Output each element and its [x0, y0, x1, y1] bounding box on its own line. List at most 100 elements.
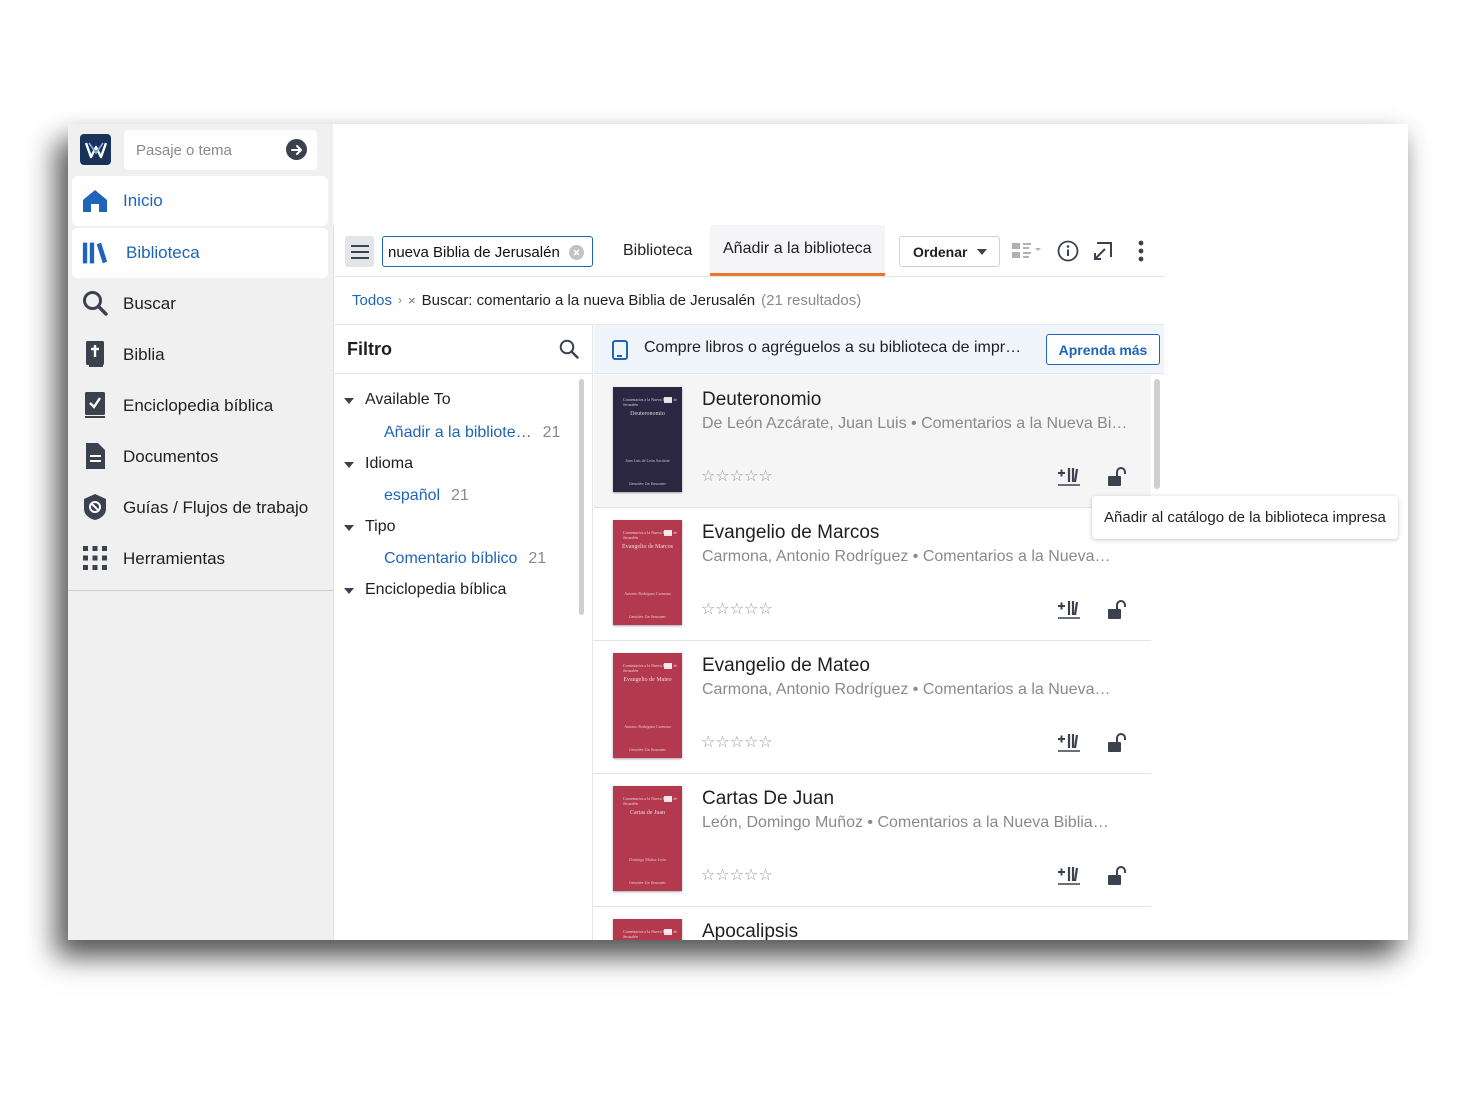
sidebar-item-biblia[interactable]: Biblia: [68, 329, 333, 380]
result-title[interactable]: Apocalipsis: [702, 921, 798, 940]
filter-group-label: Available To: [365, 391, 451, 408]
result-item[interactable]: Comentarios a la Nueva Biblia de Jerusal…: [594, 641, 1151, 774]
sort-dropdown[interactable]: Ordenar: [899, 236, 1000, 267]
filter-group-label: Tipo: [365, 518, 396, 535]
unlock-icon[interactable]: [1106, 733, 1126, 753]
sidebar: Inicio Biblioteca Buscar Biblia: [68, 124, 333, 940]
sidebar-item-inicio[interactable]: Inicio: [72, 176, 328, 226]
filter-group-idioma[interactable]: Idioma: [344, 455, 413, 473]
result-item[interactable]: Comentarios a la Nueva Biblia de Jerusal…: [594, 508, 1151, 641]
unlock-icon[interactable]: [1106, 866, 1126, 886]
book-cover[interactable]: Comentarios a la Nueva Biblia de Jerusal…: [613, 520, 682, 625]
passage-search-box[interactable]: [124, 130, 317, 170]
cover-series: Comentarios a la Nueva Biblia de Jerusal…: [623, 796, 678, 806]
cover-author: Domingo Muñoz León: [629, 857, 666, 862]
sidebar-divider: [68, 590, 333, 591]
promo-banner: Compre libros o agréguelos a su bibliote…: [594, 325, 1164, 374]
learn-more-button[interactable]: Aprenda más: [1046, 334, 1160, 365]
go-arrow-icon[interactable]: [286, 139, 307, 160]
sidebar-item-label: Inicio: [123, 191, 163, 210]
filter-item-label: español: [384, 487, 441, 504]
filter-item-anadir[interactable]: Añadir a la bibliote… 21: [384, 424, 560, 442]
cover-series: Comentarios a la Nueva Biblia de Jerusal…: [623, 530, 678, 540]
results-scrollbar[interactable]: [1154, 379, 1160, 489]
detach-panel-icon[interactable]: [1090, 238, 1116, 264]
filter-item-label: Añadir a la bibliote…: [384, 424, 532, 441]
logos-logo-icon[interactable]: [80, 134, 111, 165]
filter-item-label: Comentario bíblico: [384, 550, 518, 567]
cover-author: Antonio Rodríguez Carmona: [624, 591, 671, 596]
add-to-print-catalog-icon[interactable]: [1057, 466, 1081, 486]
unlock-icon[interactable]: [1106, 467, 1126, 487]
document-icon: [82, 443, 108, 469]
clear-search-icon[interactable]: [569, 245, 584, 260]
filter-scrollbar[interactable]: [579, 379, 584, 615]
promo-text: Compre libros o agréguelos a su bibliote…: [644, 339, 1022, 356]
unlock-icon[interactable]: [1106, 600, 1126, 620]
more-options-icon[interactable]: [1128, 238, 1154, 264]
cover-author: Juan Luis de León Azcárate: [625, 458, 670, 463]
result-title[interactable]: Evangelio de Mateo: [702, 655, 870, 677]
result-item[interactable]: Comentarios a la Nueva Biblia de Jerusal…: [594, 907, 1151, 940]
library-search-input[interactable]: [388, 242, 566, 262]
book-cover[interactable]: Comentarios a la Nueva Biblia de Jerusal…: [613, 387, 682, 492]
book-cover[interactable]: Comentarios a la Nueva Biblia de Jerusal…: [613, 786, 682, 891]
info-icon[interactable]: [1055, 238, 1081, 264]
filter-group-enciclopedia[interactable]: Enciclopedia bíblica: [344, 581, 506, 599]
breadcrumb-chevron-icon: ›: [398, 293, 403, 307]
filter-title: Filtro: [347, 339, 392, 359]
sidebar-nav: Inicio Biblioteca Buscar Biblia Enciclop…: [68, 176, 333, 584]
chevron-down-icon: [977, 249, 987, 255]
breadcrumb-remove-icon[interactable]: ×: [408, 293, 416, 308]
result-item[interactable]: Comentarios a la Nueva Biblia de Jerusal…: [594, 774, 1151, 907]
sidebar-item-enciclopedia[interactable]: Enciclopedia bíblica: [68, 380, 333, 431]
rating-stars[interactable]: ☆☆☆☆☆: [701, 466, 773, 486]
rating-stars[interactable]: ☆☆☆☆☆: [701, 732, 773, 752]
filter-group-tipo[interactable]: Tipo: [344, 518, 396, 536]
collapse-triangle-icon: [344, 524, 354, 531]
cover-title: Evangelio de Marcos: [622, 544, 673, 550]
view-mode-icon[interactable]: [1010, 238, 1044, 264]
filter-group-available-to[interactable]: Available To: [344, 391, 451, 409]
breadcrumb-root-link[interactable]: Todos: [352, 292, 392, 309]
filter-search-icon[interactable]: [559, 339, 579, 359]
result-subtitle: Carmona, Antonio Rodríguez • Comentarios…: [702, 681, 1111, 698]
cover-publisher: Desclée De Brouwer: [629, 747, 666, 752]
filter-item-comentario[interactable]: Comentario bíblico 21: [384, 550, 546, 568]
library-panel: Biblioteca Añadir a la biblioteca Ordena…: [333, 225, 1164, 940]
tooltip: Añadir al catálogo de la biblioteca impr…: [1092, 496, 1398, 539]
cover-logo-mark: [664, 796, 672, 802]
add-to-print-catalog-icon[interactable]: [1057, 732, 1081, 752]
sidebar-item-herramientas[interactable]: Herramientas: [68, 533, 333, 584]
filter-item-count: 21: [528, 550, 547, 567]
library-search-box[interactable]: [382, 236, 593, 267]
cover-publisher: Desclée De Brouwer: [629, 880, 666, 885]
add-to-print-catalog-icon[interactable]: [1057, 599, 1081, 619]
panel-menu-button[interactable]: [345, 236, 374, 267]
filter-item-count: 21: [451, 487, 469, 504]
cover-title: Cartas de Juan: [630, 810, 665, 816]
sort-label: Ordenar: [913, 243, 968, 260]
result-subtitle: De León Azcárate, Juan Luis • Comentario…: [702, 415, 1128, 432]
sidebar-item-guias[interactable]: Guías / Flujos de trabajo: [68, 482, 333, 533]
sidebar-item-buscar[interactable]: Buscar: [68, 278, 333, 329]
result-title[interactable]: Deuteronomio: [702, 389, 821, 411]
result-item[interactable]: Comentarios a la Nueva Biblia de Jerusal…: [594, 375, 1151, 508]
sidebar-item-documentos[interactable]: Documentos: [68, 431, 333, 482]
filter-header: Filtro: [334, 325, 593, 374]
result-subtitle: León, Domingo Muñoz • Comentarios a la N…: [702, 814, 1109, 831]
rating-stars[interactable]: ☆☆☆☆☆: [701, 865, 773, 885]
sidebar-header: [68, 124, 333, 176]
tab-anadir-a-la-biblioteca[interactable]: Añadir a la biblioteca: [710, 225, 885, 276]
book-cover[interactable]: Comentarios a la Nueva Biblia de Jerusal…: [613, 653, 682, 758]
result-title[interactable]: Cartas De Juan: [702, 788, 834, 810]
rating-stars[interactable]: ☆☆☆☆☆: [701, 599, 773, 619]
book-cover[interactable]: Comentarios a la Nueva Biblia de Jerusal…: [613, 919, 682, 940]
cover-publisher: Desclée De Brouwer: [629, 614, 666, 619]
passage-input[interactable]: [136, 140, 276, 160]
add-to-print-catalog-icon[interactable]: [1057, 865, 1081, 885]
result-title[interactable]: Evangelio de Marcos: [702, 522, 879, 544]
tab-biblioteca[interactable]: Biblioteca: [623, 225, 692, 276]
filter-item-espanol[interactable]: español 21: [384, 487, 469, 505]
sidebar-item-biblioteca[interactable]: Biblioteca: [72, 228, 328, 278]
